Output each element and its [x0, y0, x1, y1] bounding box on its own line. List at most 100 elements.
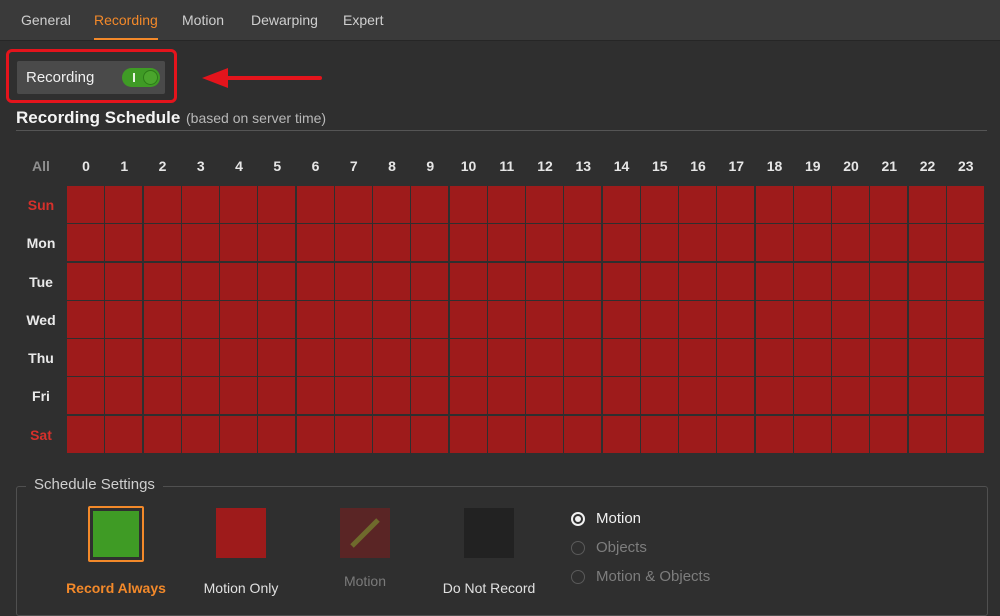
schedule-cell[interactable]	[143, 339, 181, 376]
schedule-cell[interactable]	[870, 262, 908, 300]
schedule-cell[interactable]	[564, 224, 602, 262]
schedule-cell[interactable]	[105, 339, 143, 376]
schedule-cell[interactable]	[908, 224, 946, 262]
schedule-cell[interactable]	[220, 415, 257, 453]
schedule-cell[interactable]	[602, 415, 640, 453]
schedule-cell[interactable]	[411, 262, 449, 300]
schedule-cell[interactable]	[449, 186, 487, 223]
schedule-cell[interactable]	[105, 377, 143, 415]
schedule-cell[interactable]	[296, 300, 334, 338]
schedule-cell[interactable]	[946, 415, 984, 453]
day-header-sat[interactable]: Sat	[16, 416, 66, 454]
schedule-cell[interactable]	[143, 186, 181, 223]
schedule-cell[interactable]	[487, 415, 525, 453]
hour-header-1[interactable]: 1	[105, 150, 143, 182]
hour-header-9[interactable]: 9	[411, 150, 449, 182]
schedule-cell[interactable]	[755, 262, 793, 300]
schedule-cell[interactable]	[793, 224, 831, 262]
schedule-cell[interactable]	[296, 377, 334, 415]
tab-expert[interactable]: Expert	[343, 0, 383, 40]
hour-header-0[interactable]: 0	[67, 150, 105, 182]
schedule-cell[interactable]	[411, 339, 449, 376]
hour-header-15[interactable]: 15	[641, 150, 679, 182]
schedule-cell[interactable]	[143, 262, 181, 300]
select-all-cell[interactable]: All	[16, 150, 66, 182]
schedule-cell[interactable]	[870, 224, 908, 262]
schedule-cell[interactable]	[755, 415, 793, 453]
schedule-cell[interactable]	[564, 262, 602, 300]
hour-header-14[interactable]: 14	[603, 150, 641, 182]
schedule-cell[interactable]	[602, 377, 640, 415]
schedule-cell[interactable]	[487, 300, 525, 338]
schedule-cell[interactable]	[640, 377, 678, 415]
hour-header-2[interactable]: 2	[144, 150, 182, 182]
schedule-cell[interactable]	[717, 186, 755, 223]
schedule-cell[interactable]	[67, 262, 104, 300]
schedule-cell[interactable]	[602, 186, 640, 223]
schedule-cell[interactable]	[296, 262, 334, 300]
schedule-cell[interactable]	[258, 415, 296, 453]
schedule-cell[interactable]	[908, 300, 946, 338]
day-header-fri[interactable]: Fri	[16, 377, 66, 415]
schedule-cell[interactable]	[679, 262, 716, 300]
tab-recording[interactable]: Recording	[94, 0, 158, 40]
schedule-cell[interactable]	[832, 415, 869, 453]
schedule-cell[interactable]	[526, 339, 563, 376]
schedule-cell[interactable]	[220, 224, 257, 262]
hour-header-23[interactable]: 23	[947, 150, 985, 182]
schedule-cell[interactable]	[870, 186, 908, 223]
schedule-cell[interactable]	[181, 415, 219, 453]
schedule-cell[interactable]	[717, 377, 755, 415]
schedule-cell[interactable]	[679, 339, 716, 376]
schedule-cell[interactable]	[870, 300, 908, 338]
schedule-cell[interactable]	[411, 186, 449, 223]
day-header-wed[interactable]: Wed	[16, 301, 66, 339]
schedule-cell[interactable]	[143, 224, 181, 262]
schedule-cell[interactable]	[220, 300, 257, 338]
schedule-cell[interactable]	[143, 377, 181, 415]
schedule-cell[interactable]	[679, 300, 716, 338]
schedule-cell[interactable]	[181, 377, 219, 415]
schedule-cell[interactable]	[870, 377, 908, 415]
schedule-cell[interactable]	[105, 415, 143, 453]
hour-header-16[interactable]: 16	[679, 150, 717, 182]
schedule-cell[interactable]	[487, 377, 525, 415]
schedule-cell[interactable]	[411, 415, 449, 453]
schedule-cell[interactable]	[258, 224, 296, 262]
schedule-cell[interactable]	[526, 415, 563, 453]
schedule-cell[interactable]	[832, 377, 869, 415]
schedule-cell[interactable]	[67, 186, 104, 223]
schedule-cell[interactable]	[755, 339, 793, 376]
schedule-cell[interactable]	[946, 300, 984, 338]
schedule-cell[interactable]	[793, 377, 831, 415]
schedule-cell[interactable]	[181, 300, 219, 338]
hour-header-6[interactable]: 6	[297, 150, 335, 182]
schedule-cell[interactable]	[755, 224, 793, 262]
schedule-cell[interactable]	[258, 300, 296, 338]
schedule-cell[interactable]	[526, 377, 563, 415]
hour-header-13[interactable]: 13	[564, 150, 602, 182]
hour-header-5[interactable]: 5	[258, 150, 296, 182]
schedule-cell[interactable]	[181, 224, 219, 262]
schedule-cell[interactable]	[717, 339, 755, 376]
schedule-cell[interactable]	[602, 339, 640, 376]
schedule-cell[interactable]	[832, 224, 869, 262]
schedule-cell[interactable]	[793, 339, 831, 376]
schedule-cell[interactable]	[564, 186, 602, 223]
schedule-cell[interactable]	[105, 262, 143, 300]
schedule-cell[interactable]	[373, 377, 410, 415]
schedule-cell[interactable]	[602, 224, 640, 262]
schedule-cell[interactable]	[334, 300, 372, 338]
schedule-cell[interactable]	[679, 224, 716, 262]
schedule-cell[interactable]	[640, 300, 678, 338]
schedule-cell[interactable]	[946, 262, 984, 300]
schedule-cell[interactable]	[411, 377, 449, 415]
hour-header-20[interactable]: 20	[832, 150, 870, 182]
schedule-cell[interactable]	[67, 300, 104, 338]
schedule-cell[interactable]	[602, 300, 640, 338]
schedule-cell[interactable]	[564, 300, 602, 338]
schedule-cell[interactable]	[220, 339, 257, 376]
schedule-cell[interactable]	[717, 300, 755, 338]
schedule-cell[interactable]	[908, 415, 946, 453]
tab-general[interactable]: General	[21, 0, 71, 40]
